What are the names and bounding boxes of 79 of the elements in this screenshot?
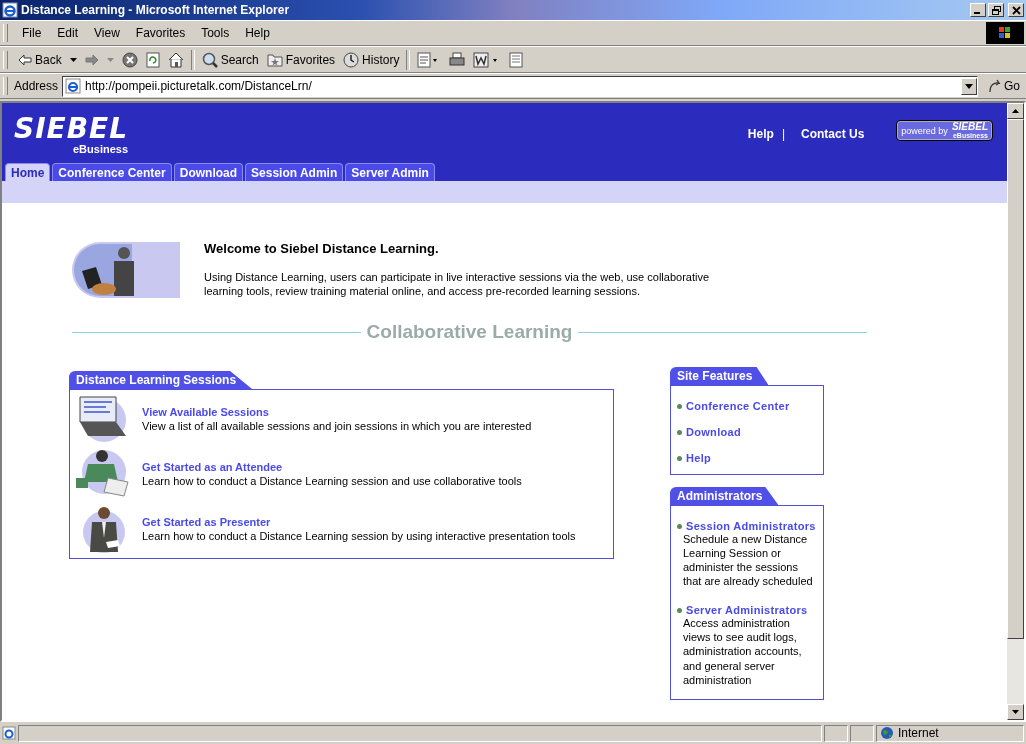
feature-link[interactable]: Conference Center [686, 400, 790, 412]
nav-tab[interactable]: Session Admin [245, 163, 344, 181]
admin-description: Access administration views to see audit logs, administration accounts, and general server administration [683, 616, 803, 687]
address-field[interactable]: http://pompeii.picturetalk.com/DistanceLrn/ [62, 75, 978, 97]
session-link[interactable]: Get Started as Presenter [142, 516, 576, 528]
menu-item[interactable]: File [14, 24, 50, 42]
link-separator: | [781, 127, 785, 141]
refresh-icon [145, 51, 160, 68]
section-heading: Collaborative Learning [366, 321, 573, 343]
page-icon [65, 78, 82, 94]
bullet-icon [677, 403, 682, 409]
bullet-icon [677, 607, 682, 613]
session-description: View a list of all available sessions and join sessions in which you are interested [142, 420, 532, 432]
scroll-up-button[interactable] [1007, 103, 1024, 119]
feature-link[interactable]: Download [686, 426, 741, 438]
page-icon [2, 726, 16, 740]
down-arrow-icon [1012, 710, 1019, 714]
back-button[interactable]: Back [14, 50, 81, 69]
printer-icon [449, 51, 466, 68]
caret-icon [106, 57, 114, 62]
dropdown-button[interactable] [961, 77, 977, 95]
person-writing-drawing [74, 448, 130, 500]
session-link[interactable]: View Available Sessions [142, 406, 532, 418]
admin-link[interactable]: Session Administrators [686, 520, 816, 532]
home-icon [167, 51, 184, 68]
help-link[interactable]: Help [747, 127, 774, 141]
forward-arrow-icon [84, 53, 99, 66]
menu-item[interactable]: Help [237, 24, 278, 42]
restore-button[interactable] [988, 3, 1004, 17]
document-icon [509, 51, 524, 68]
nav-tab[interactable]: Download [173, 163, 244, 181]
go-arrow-icon [988, 79, 1002, 93]
status-panel [850, 724, 874, 742]
bullet-icon [677, 455, 682, 461]
caret-icon [965, 83, 973, 89]
close-icon [1011, 5, 1021, 15]
search-button[interactable]: Search [197, 49, 263, 70]
up-arrow-icon [1012, 109, 1019, 113]
scroll-thumb[interactable] [1007, 119, 1024, 639]
bullet-icon [677, 429, 682, 435]
vertical-scrollbar[interactable] [1007, 103, 1024, 720]
menu-item[interactable]: Edit [49, 24, 87, 42]
nav-tab[interactable]: Server Admin [345, 163, 435, 181]
minimize-button[interactable] [970, 3, 986, 17]
stop-icon [121, 51, 138, 68]
menu-item[interactable]: View [86, 24, 128, 42]
favorites-button[interactable]: Favorites [262, 50, 340, 69]
scroll-down-button[interactable] [1007, 704, 1024, 720]
window-title: Distance Learning - Microsoft Internet Explorer [21, 3, 290, 17]
nav-tab[interactable]: Home [5, 163, 51, 181]
address-label: Address [14, 79, 59, 93]
nav-tab[interactable]: Conference Center [52, 163, 172, 181]
bullet-icon [677, 523, 682, 529]
globe-icon [880, 726, 894, 740]
zone-label: Internet [898, 726, 939, 740]
windows-logo-icon [986, 22, 1024, 44]
welcome-heading: Welcome to Siebel Distance Learning. [204, 241, 440, 256]
clock-icon [343, 51, 360, 68]
search-icon [201, 51, 218, 68]
admin-description: Schedule a new Distance Learning Session or administer the sessions that are already scheduled [683, 532, 814, 589]
history-button[interactable]: History [339, 49, 404, 70]
close-button[interactable] [1008, 3, 1024, 17]
session-description: Learn how to conduct a Distance Learning session and use collaborative tools [142, 475, 522, 487]
feature-link[interactable]: Help [686, 452, 712, 464]
caret-icon [69, 57, 77, 62]
siebel-logo: SIEBEL eBusiness [14, 115, 129, 155]
back-arrow-icon [18, 53, 32, 66]
menu-item[interactable]: Favorites [127, 24, 194, 42]
welcome-text: Using Distance Learning, users can participate in live interactive sessions via the web, use collaborative learning tools, review training material online, and access pre-recorded learning sessions. [204, 270, 711, 299]
star-folder-icon [266, 52, 283, 67]
menu-item[interactable]: Tools [193, 24, 238, 42]
browser-icon [2, 2, 18, 18]
restore-icon [991, 5, 1001, 15]
contact-link[interactable]: Contact Us [801, 127, 865, 141]
session-description: Learn how to conduct a Distance Learning session by using interactive presentation tools [142, 530, 576, 542]
admin-link[interactable]: Server Administrators [686, 604, 808, 617]
go-button[interactable]: Go [988, 79, 1020, 93]
status-panel [824, 724, 848, 742]
session-link[interactable]: Get Started as an Attendee [142, 461, 522, 473]
